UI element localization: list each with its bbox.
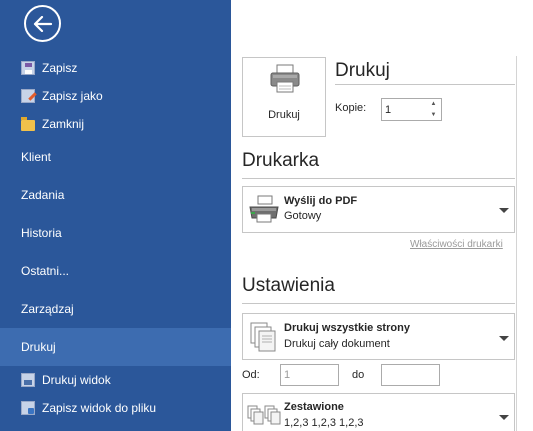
sidebar-item-label: Zapisz widok do pliku — [42, 401, 157, 415]
sidebar-item-label: Historia — [21, 226, 62, 240]
back-button[interactable] — [24, 5, 61, 42]
sidebar-item-print[interactable]: Drukuj — [0, 328, 231, 366]
collated-icon — [247, 405, 281, 425]
printer-select[interactable]: Wyślij do PDF Gotowy — [242, 186, 515, 233]
save-icon — [21, 61, 35, 75]
sidebar-item-save-view-to-file[interactable]: Zapisz widok do pliku — [0, 394, 231, 422]
pdf-printer-icon — [249, 195, 279, 223]
backstage-sidebar: Zapisz Zapisz jako Zamknij Klient Zadani… — [0, 0, 231, 431]
stepper-down-icon[interactable]: ▼ — [426, 110, 441, 121]
printer-name: Wyślij do PDF — [284, 195, 358, 207]
printer-icon — [270, 64, 300, 93]
sidebar-item-label: Klient — [21, 150, 52, 164]
print-view-icon — [21, 373, 35, 387]
sidebar-item-label: Zadania — [21, 188, 65, 202]
printer-status: Gotowy — [284, 210, 322, 222]
sidebar-item-label: Drukuj — [21, 340, 56, 354]
printer-section-title: Drukarka — [242, 150, 320, 171]
pages-option-sub: Drukuj cały dokument — [284, 338, 390, 350]
collation-option-main: Zestawione — [284, 401, 344, 413]
print-button-label: Drukuj — [268, 109, 300, 121]
sidebar-item-label: Zamknij — [42, 117, 85, 131]
folder-icon — [21, 116, 35, 131]
chevron-down-icon — [499, 415, 509, 420]
printer-properties-link[interactable]: Właściwości drukarki — [410, 239, 503, 250]
sidebar-item-tasks[interactable]: Zadania — [0, 176, 231, 214]
save-file-icon — [21, 401, 35, 415]
sidebar-item-recent[interactable]: Ostatni... — [0, 252, 231, 290]
pages-icon — [250, 322, 276, 352]
range-to-input[interactable] — [381, 364, 440, 386]
sidebar-item-label: Zapisz jako — [42, 89, 103, 103]
sidebar-item-client[interactable]: Klient — [0, 138, 231, 176]
settings-section-separator — [242, 303, 515, 304]
chevron-down-icon — [499, 336, 509, 341]
sidebar-item-label: Drukuj widok — [42, 373, 111, 387]
preview-divider — [516, 56, 517, 431]
range-from-label: Od: — [242, 369, 260, 381]
print-title-separator — [335, 84, 515, 85]
print-button[interactable]: Drukuj — [242, 57, 326, 137]
sidebar-item-history[interactable]: Historia — [0, 214, 231, 252]
copies-label: Kopie: — [335, 102, 367, 114]
print-title: Drukuj — [335, 60, 390, 81]
printer-section-separator — [242, 178, 515, 179]
stepper-up-icon[interactable]: ▲ — [426, 99, 441, 110]
sidebar-item-label: Ostatni... — [21, 264, 70, 278]
collation-option-sub: 1,2,3 1,2,3 1,2,3 — [284, 417, 364, 429]
sidebar-item-save-as[interactable]: Zapisz jako — [0, 82, 231, 110]
range-to-label: do — [352, 369, 365, 381]
arrow-left-icon — [33, 15, 52, 32]
pages-option-main: Drukuj wszystkie strony — [284, 322, 410, 334]
range-from-input[interactable] — [280, 364, 339, 386]
save-as-icon — [21, 89, 35, 103]
sidebar-item-print-view[interactable]: Drukuj widok — [0, 366, 231, 394]
sidebar-item-label: Zapisz — [42, 61, 78, 75]
copies-input[interactable] — [381, 98, 427, 121]
settings-section-title: Ustawienia — [242, 275, 335, 296]
sidebar-item-save[interactable]: Zapisz — [0, 54, 231, 82]
sidebar-item-manage[interactable]: Zarządzaj — [0, 290, 231, 328]
sidebar-item-close[interactable]: Zamknij — [0, 110, 231, 138]
chevron-down-icon — [499, 208, 509, 213]
pages-select[interactable]: Drukuj wszystkie strony Drukuj cały doku… — [242, 313, 515, 360]
collation-select[interactable]: Zestawione 1,2,3 1,2,3 1,2,3 — [242, 393, 515, 431]
sidebar-item-label: Zarządzaj — [21, 302, 74, 316]
copies-stepper[interactable]: ▲ ▼ — [426, 98, 442, 121]
